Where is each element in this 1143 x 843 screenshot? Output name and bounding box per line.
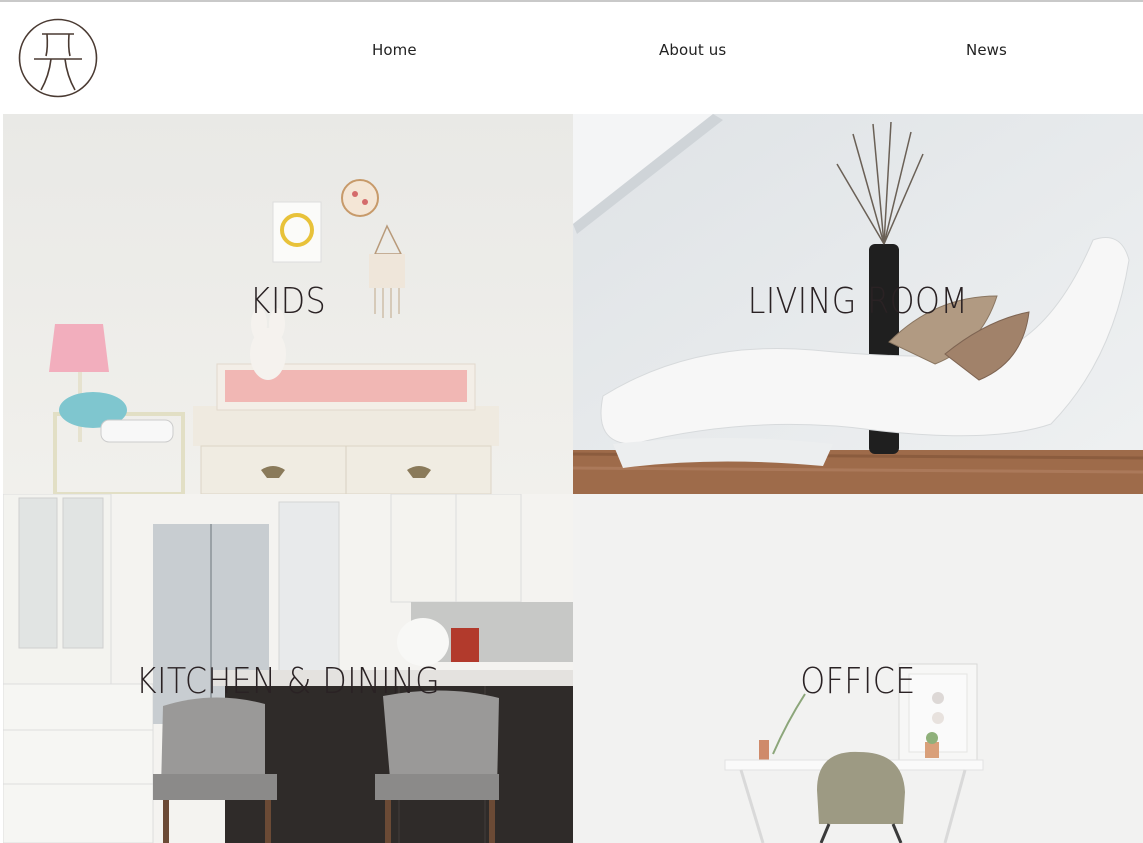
- kids-room-photo: [3, 114, 573, 494]
- kitchen-photo: [3, 494, 573, 843]
- nav-about-link[interactable]: About us: [659, 41, 726, 59]
- category-tile-kitchen-dining[interactable]: KITCHEN & DINING: [3, 494, 573, 843]
- category-tile-office[interactable]: OFFICE: [573, 494, 1143, 843]
- category-tile-living-room[interactable]: LIVING ROOM: [573, 114, 1143, 494]
- living-room-photo: [573, 114, 1143, 494]
- chair-logo-icon[interactable]: [18, 18, 98, 98]
- category-tile-kids[interactable]: KIDS: [3, 114, 573, 494]
- nav-news-link[interactable]: News: [966, 41, 1007, 59]
- nav-home-link[interactable]: Home: [372, 41, 417, 59]
- office-photo: [573, 494, 1143, 843]
- site-header: Home About us News: [0, 2, 1143, 114]
